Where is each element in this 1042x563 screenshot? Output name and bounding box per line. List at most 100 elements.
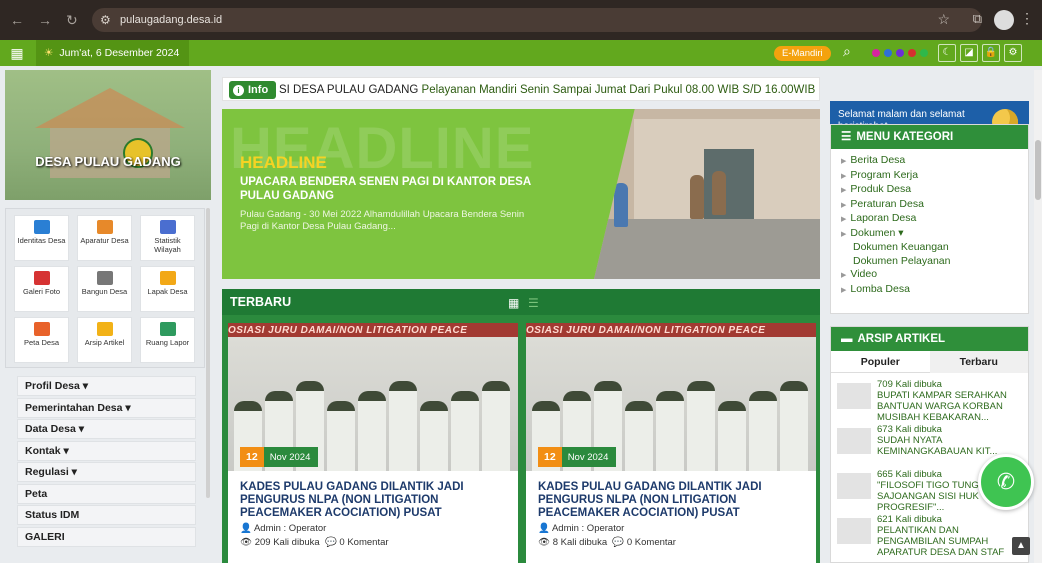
quick-link-icon — [33, 322, 50, 336]
article-thumbnail[interactable] — [837, 383, 871, 409]
category-item[interactable]: Dokumen Keuangan — [831, 241, 1028, 255]
eye-icon: 👁 — [538, 537, 553, 548]
sidebar-menu-item[interactable]: Status IDM — [17, 505, 196, 525]
category-item[interactable]: ▶ Program Kerja — [831, 169, 1028, 184]
list-icon: ☰ — [841, 131, 852, 143]
theme-dot[interactable] — [908, 49, 916, 57]
headline-description: Pulau Gadang - 30 Mei 2022 Alhamdulillah… — [240, 209, 525, 232]
article-title[interactable]: PELANTIKAN DAN PENGAMBILAN SUMPAH APARAT… — [877, 525, 1022, 558]
category-item[interactable]: ▶ Lomba Desa — [831, 283, 1028, 298]
quick-link-8[interactable]: Ruang Lapor — [140, 317, 195, 363]
theme-dot[interactable] — [884, 49, 892, 57]
emandiri-button[interactable]: E-Mandiri — [774, 46, 831, 61]
bookmark-star-icon[interactable]: ☆ — [937, 11, 950, 28]
comment-count: 0 Komentar — [339, 537, 389, 548]
sidebar-scrollbar[interactable] — [205, 208, 211, 508]
article-thumbnail[interactable] — [837, 473, 871, 499]
sidebar-menu-item[interactable]: Profil Desa ▾ — [17, 376, 196, 396]
article-views: 709 Kali dibuka — [877, 379, 942, 390]
site-topbar: ▦ ☀ Jum'at, 6 Desember 2024 E-Mandiri ⌕ ☾… — [0, 40, 1042, 66]
extensions-icon[interactable]: ⧉ — [973, 11, 982, 27]
category-item[interactable]: ▶ Dokumen ▾ — [831, 227, 1028, 242]
sidebar-menu-item[interactable]: Kontak ▾ — [17, 440, 196, 461]
theme-dot[interactable] — [872, 49, 880, 57]
quick-link-label: Aparatur Desa — [80, 236, 129, 245]
news-card[interactable]: OSIASI JURU DAMAI/NON LITIGATION PEACE 12… — [228, 323, 518, 563]
archive-article[interactable]: 709 Kali dibuka BUPATI KAMPAR SERAHKAN BA… — [837, 379, 1022, 423]
sidebar-menu-item[interactable]: Data Desa ▾ — [17, 419, 196, 439]
grid-view-icon[interactable]: ▦ — [508, 296, 519, 310]
category-item[interactable]: ▶ Video — [831, 268, 1028, 283]
quick-link-6[interactable]: Peta Desa — [14, 317, 69, 363]
article-views: 665 Kali dibuka — [877, 469, 942, 480]
sidebar-menu-item[interactable]: GALERI — [17, 526, 196, 547]
reload-icon[interactable]: ↻ — [66, 12, 78, 29]
headline-slider[interactable]: HEADLINE HEADLINE UPACARA BENDERA SENEN … — [222, 109, 820, 279]
quick-link-label: Lapak Desa — [147, 287, 188, 296]
category-item[interactable]: ▶ Produk Desa — [831, 183, 1028, 198]
news-card-banner: OSIASI JURU DAMAI/NON LITIGATION PEACE — [228, 325, 468, 336]
news-date-month: Nov 2024 — [269, 452, 311, 463]
comment-count: 0 Komentar — [626, 537, 676, 548]
news-card[interactable]: OSIASI JURU DAMAI/NON LITIGATION PEACE 12… — [526, 323, 816, 563]
quick-link-label: Galeri Foto — [22, 287, 61, 296]
scroll-to-top-button[interactable]: ▲ — [1012, 537, 1030, 555]
contrast-icon[interactable]: ◪ — [960, 44, 978, 62]
headline-title[interactable]: UPACARA BENDERA SENEN PAGI DI KANTOR DES… — [240, 175, 550, 203]
settings-gear-icon[interactable]: ⚙ — [1004, 44, 1022, 62]
ticker-message[interactable]: SI DESA PULAU GADANG Pelayanan Mandiri S… — [279, 78, 815, 102]
theme-dot[interactable] — [920, 49, 928, 57]
triangle-icon: ▶ — [841, 172, 847, 180]
article-views: 673 Kali dibuka — [877, 424, 942, 435]
news-card-title[interactable]: KADES PULAU GADANG DILANTIK JADI PENGURU… — [538, 481, 808, 520]
profile-avatar[interactable] — [994, 10, 1014, 30]
whatsapp-button[interactable]: ✆ — [978, 454, 1034, 510]
list-view-icon[interactable]: ☰ — [528, 296, 539, 310]
quick-link-7[interactable]: Arsip Artikel — [77, 317, 132, 363]
view-count: 8 Kali dibuka — [552, 537, 608, 548]
quick-link-4[interactable]: Bangun Desa — [77, 266, 132, 312]
archive-article[interactable]: 621 Kali dibuka PELANTIKAN DAN PENGAMBILA… — [837, 514, 1022, 558]
quick-link-0[interactable]: Identitas Desa — [14, 215, 69, 261]
article-thumbnail[interactable] — [837, 428, 871, 454]
sidebar-menu-item[interactable]: Pemerintahan Desa ▾ — [17, 397, 196, 418]
news-card-banner: OSIASI JURU DAMAI/NON LITIGATION PEACE — [526, 325, 766, 336]
headline-label: HEADLINE — [240, 153, 327, 172]
quick-link-2[interactable]: Statistik Wilayah — [140, 215, 195, 261]
author-name: Admin : Operator — [551, 523, 625, 534]
category-menu-title: MENU KATEGORI — [856, 131, 954, 143]
theme-dot[interactable] — [896, 49, 904, 57]
ticker-text: Pelayanan Mandiri Senin Sampai Jumat Dar… — [418, 84, 816, 96]
back-icon[interactable]: ← — [10, 12, 24, 29]
info-ticker: i Info SI DESA PULAU GADANG Pelayanan Man… — [222, 77, 820, 101]
headline-photo[interactable] — [594, 109, 820, 279]
category-label: Peraturan Desa — [850, 197, 924, 210]
dark-mode-icon[interactable]: ☾ — [938, 44, 956, 62]
latest-news-header: TERBARU ▦ ☰ — [222, 289, 820, 315]
quick-link-5[interactable]: Lapak Desa — [140, 266, 195, 312]
browser-menu-icon[interactable]: ⋮ — [1020, 10, 1034, 27]
sidebar-menu-item[interactable]: Regulasi ▾ — [17, 462, 196, 482]
article-title[interactable]: BUPATI KAMPAR SERAHKAN BANTUAN WARGA KOR… — [877, 390, 1022, 423]
tab-populer[interactable]: Populer — [831, 351, 930, 373]
comment-icon: 💬 — [324, 537, 340, 548]
category-item[interactable]: ▶ Berita Desa — [831, 154, 1028, 169]
category-item[interactable]: Dokumen Pelayanan — [831, 255, 1028, 269]
quick-link-3[interactable]: Galeri Foto — [14, 266, 69, 312]
address-bar[interactable]: ⚙ pulaugadang.desa.id — [92, 8, 982, 32]
sidebar-menu-item[interactable]: Peta — [17, 483, 196, 504]
search-icon[interactable]: ⌕ — [843, 43, 851, 60]
lock-icon[interactable]: 🔒 — [982, 44, 1000, 62]
category-item[interactable]: ▶ Peraturan Desa — [831, 198, 1028, 213]
category-item[interactable]: ▶ Laporan Desa — [831, 212, 1028, 227]
news-card-title[interactable]: KADES PULAU GADANG DILANTIK JADI PENGURU… — [240, 481, 510, 520]
tab-terbaru[interactable]: Terbaru — [929, 351, 1028, 373]
apps-grid-icon[interactable]: ▦ — [8, 44, 26, 62]
page-scrollbar[interactable] — [1034, 70, 1042, 563]
news-date-badge: 12 Nov 2024 — [538, 447, 617, 467]
site-info-icon[interactable]: ⚙ — [100, 8, 111, 32]
theme-color-picker — [872, 49, 928, 57]
forward-icon[interactable]: → — [38, 12, 52, 29]
quick-link-1[interactable]: Aparatur Desa — [77, 215, 132, 261]
article-thumbnail[interactable] — [837, 518, 871, 544]
